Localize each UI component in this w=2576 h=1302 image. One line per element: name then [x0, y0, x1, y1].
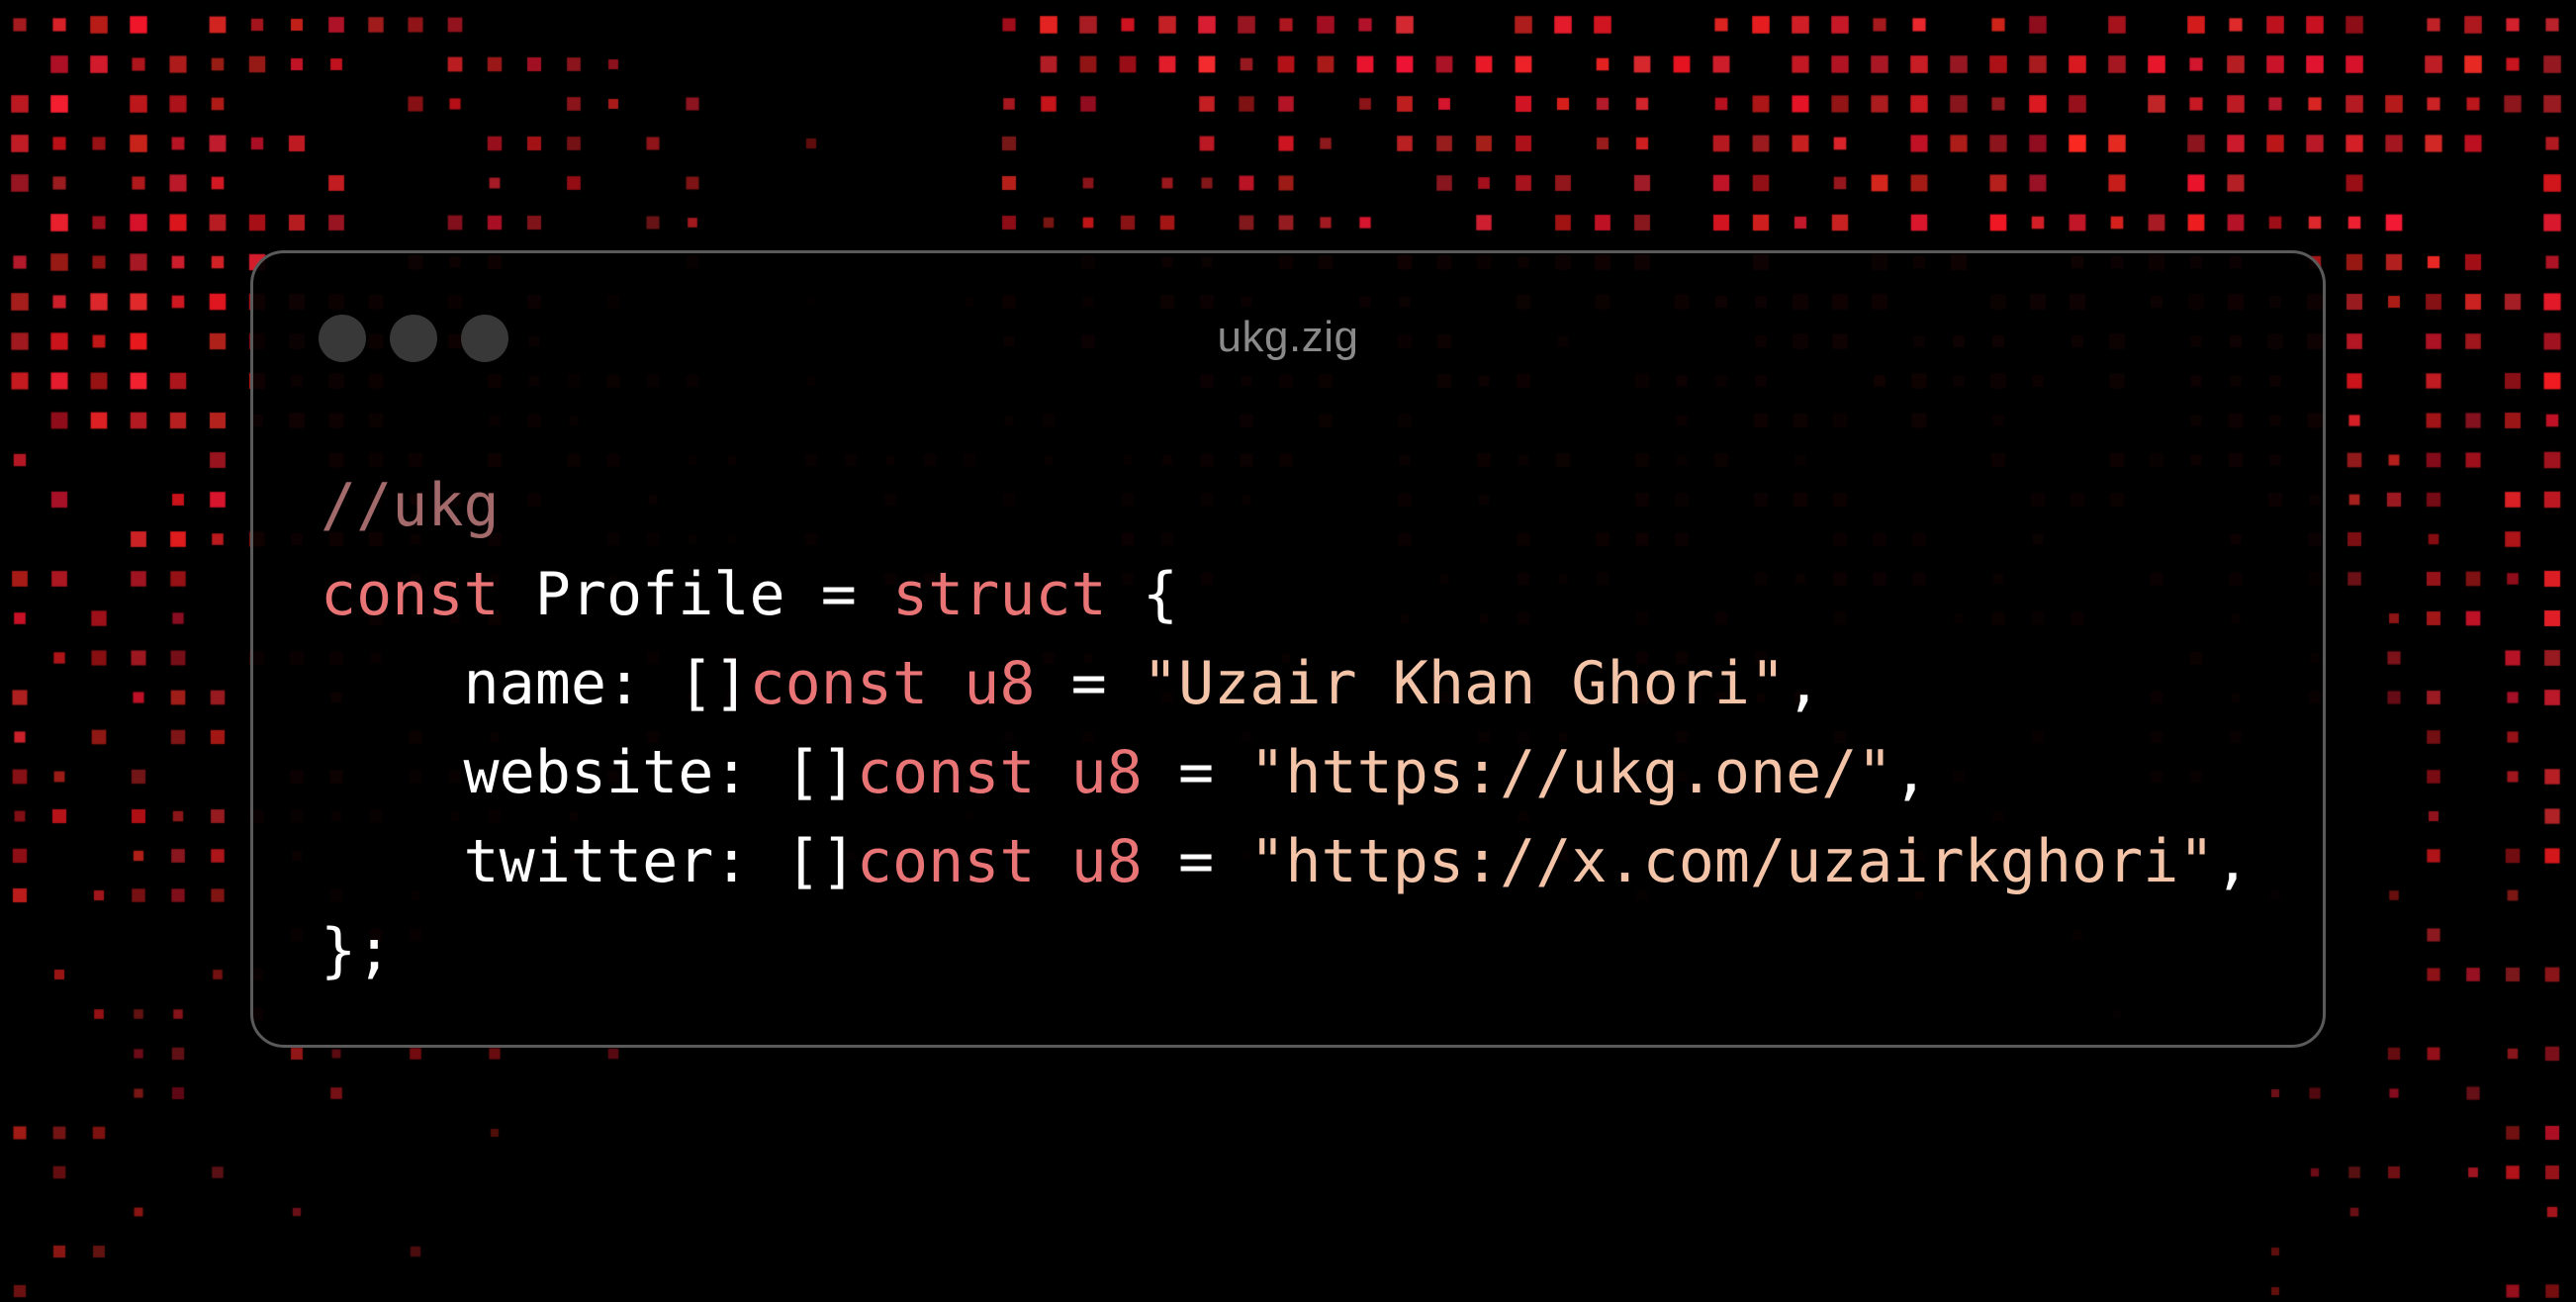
- operator-token: =: [1035, 649, 1143, 718]
- brace-token: {: [1106, 560, 1178, 629]
- string-token: "https://ukg.one/": [1249, 738, 1893, 807]
- closing-token: };: [321, 916, 393, 985]
- string-token: "Uzair Khan Ghori": [1142, 649, 1787, 718]
- code-line-comment: //ukg: [321, 461, 2251, 550]
- code-window: ukg.zig //ukg const Profile = struct { na…: [250, 250, 2326, 1048]
- punctuation-token: ,: [1786, 649, 1822, 718]
- keyword-token: const: [321, 560, 500, 629]
- code-line-struct-decl: const Profile = struct {: [321, 550, 2251, 639]
- type-token: const u8: [749, 649, 1036, 718]
- code-snippet-card: ukg.zig //ukg const Profile = struct { na…: [0, 0, 2576, 1302]
- comment-token: //ukg: [321, 471, 500, 540]
- window-titlebar: ukg.zig: [253, 253, 2323, 362]
- field-token: name: []: [463, 649, 750, 718]
- operator-token: =: [1142, 827, 1250, 896]
- type-token: const u8: [856, 738, 1143, 807]
- punctuation-token: ,: [2214, 827, 2251, 896]
- code-line-field-website: website: []const u8 = "https://ukg.one/"…: [321, 728, 2251, 817]
- string-token: "https://x.com/uzairkghori": [1249, 827, 2215, 896]
- punctuation-token: ,: [1892, 738, 1929, 807]
- code-block: //ukg const Profile = struct { name: []co…: [321, 461, 2251, 995]
- code-line-closing: };: [321, 906, 2251, 995]
- field-token: twitter: []: [463, 827, 857, 896]
- code-line-field-name: name: []const u8 = "Uzair Khan Ghori",: [321, 639, 2251, 728]
- window-filename: ukg.zig: [1217, 313, 1359, 361]
- keyword-token: struct: [891, 560, 1107, 629]
- field-token: website: []: [463, 738, 857, 807]
- code-line-field-twitter: twitter: []const u8 = "https://x.com/uza…: [321, 817, 2251, 906]
- type-token: const u8: [856, 827, 1143, 896]
- identifier-token: Profile =: [499, 560, 892, 629]
- operator-token: =: [1142, 738, 1250, 807]
